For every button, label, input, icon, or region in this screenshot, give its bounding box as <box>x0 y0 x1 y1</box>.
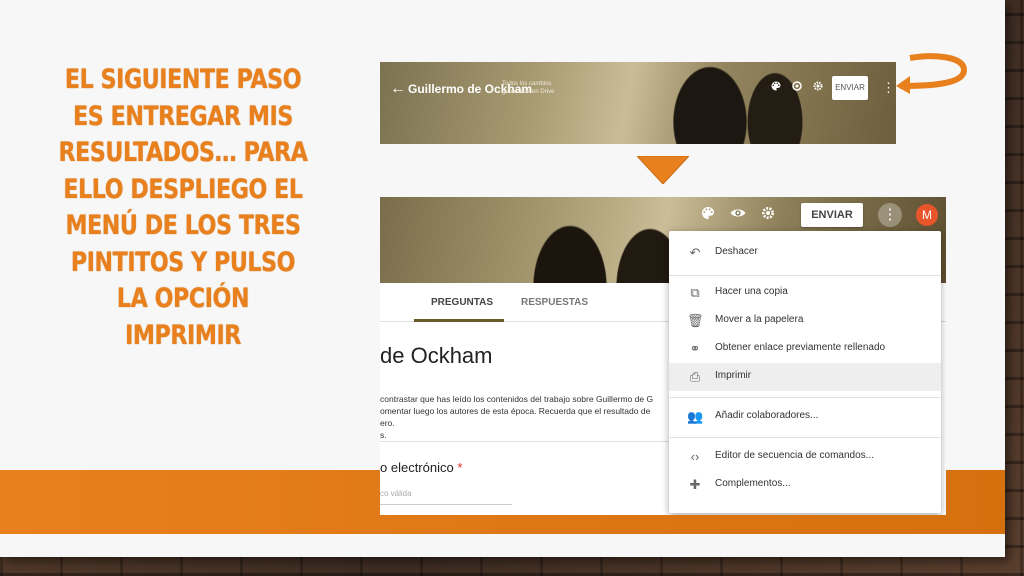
curved-arrow-icon <box>896 53 968 94</box>
menu-item-script-editor[interactable]: ‹› Editor de secuencia de comandos... <box>669 443 941 471</box>
copy-icon: ⧉ <box>690 285 700 300</box>
link-icon: ⚭ <box>689 341 701 356</box>
menu-item-trash[interactable]: 🗑 Mover a la papelera <box>669 307 941 335</box>
question-label: o electrónico * <box>380 460 463 475</box>
send-button[interactable]: ENVIAR <box>801 203 863 227</box>
required-mark: * <box>457 460 463 475</box>
saved-status: Todos los cambios guardados en Drive <box>502 81 555 95</box>
menu-item-addons[interactable]: ✚ Complementos... <box>669 471 941 499</box>
email-field[interactable]: co válida <box>380 489 512 505</box>
slide: EL SIGUIENTE PASO ES ENTREGAR MIS RESULT… <box>0 0 1005 557</box>
menu-divider <box>669 437 941 438</box>
tab-responses[interactable]: RESPUESTAS <box>521 297 588 308</box>
active-tab-indicator <box>414 319 504 322</box>
trash-icon: 🗑 <box>687 313 704 328</box>
top-screenshot: ← Guillermo de Ockham Todos los cambios … <box>380 62 896 144</box>
form-heading[interactable]: de Ockham <box>380 343 493 369</box>
gear-icon[interactable] <box>760 205 776 221</box>
send-button[interactable]: ENVIAR <box>832 76 868 100</box>
menu-divider <box>669 275 941 276</box>
avatar[interactable]: M <box>916 204 938 226</box>
menu-item-print[interactable]: ⎙ Imprimir <box>669 363 941 391</box>
menu-item-add-collaborators[interactable]: 👥 Añadir colaboradores... <box>669 403 941 431</box>
menu-item-prefilled-link[interactable]: ⚭ Obtener enlace previamente rellenado <box>669 335 941 363</box>
undo-icon: ↶ <box>689 245 701 260</box>
tab-questions[interactable]: PREGUNTAS <box>431 297 493 308</box>
gear-icon[interactable] <box>812 80 824 92</box>
bottom-screenshot: ENVIAR ⋮ M PREGUNTAS RESPUESTAS de Ockha… <box>380 197 946 515</box>
slide-title: EL SIGUIENTE PASO ES ENTREGAR MIS RESULT… <box>58 64 308 351</box>
menu-item-copy[interactable]: ⧉ Hacer una copia <box>669 279 941 307</box>
palette-icon[interactable] <box>700 205 716 221</box>
print-icon: ⎙ <box>689 369 701 384</box>
more-options-menu: ↶ Deshacer ⧉ Hacer una copia 🗑 Mover a l… <box>669 231 941 513</box>
more-options-icon[interactable]: ⋮ <box>878 203 902 227</box>
menu-item-undo[interactable]: ↶ Deshacer <box>669 239 941 267</box>
eye-icon[interactable] <box>791 80 803 92</box>
form-description[interactable]: contrastar que has leído los contenidos … <box>380 393 680 441</box>
code-icon: ‹› <box>690 449 700 464</box>
palette-icon[interactable] <box>770 80 782 92</box>
down-arrow-icon <box>637 156 689 184</box>
back-arrow-icon[interactable]: ← <box>390 80 406 98</box>
menu-divider <box>669 397 941 398</box>
eye-icon[interactable] <box>730 205 746 221</box>
add-people-icon: 👥 <box>687 409 704 424</box>
divider <box>380 441 670 442</box>
puzzle-icon: ✚ <box>689 477 701 492</box>
